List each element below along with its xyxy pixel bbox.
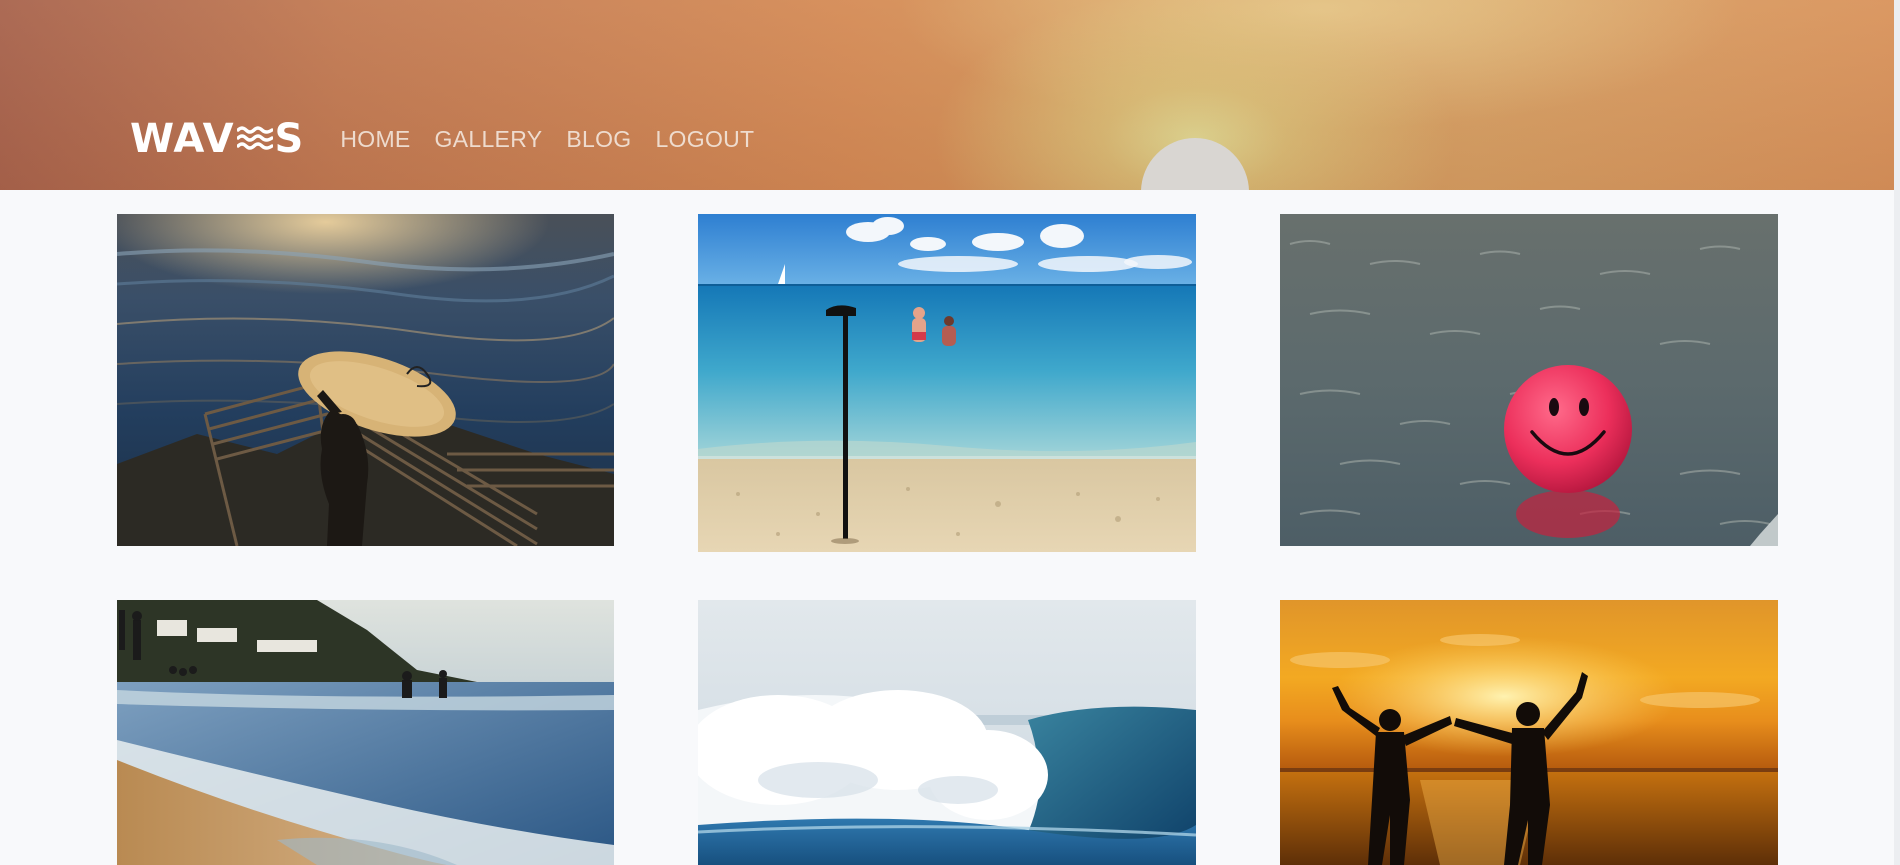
gallery-image-sunset-silhouettes[interactable] — [1280, 600, 1778, 865]
smiley-ball-photo — [1280, 214, 1778, 546]
nav-home[interactable]: HOME — [340, 126, 410, 153]
gallery-image-wave[interactable] — [698, 600, 1196, 865]
scrollbar[interactable] — [1894, 0, 1900, 865]
gallery-image-smiley-ball[interactable] — [1280, 214, 1778, 546]
surfer-photo — [117, 214, 614, 546]
sunset-silhouettes-photo — [1280, 600, 1778, 865]
main-navigation: WAV S HOME GALLERY BLOG LOGOUT — [130, 116, 754, 162]
logo-text-left: WAV — [130, 116, 235, 162]
gallery-image-shoreline[interactable] — [117, 600, 614, 865]
sun-decoration — [1141, 138, 1249, 190]
gallery-image-surfer[interactable] — [117, 214, 614, 546]
nav-blog[interactable]: BLOG — [566, 126, 631, 153]
logo-text-right: S — [274, 116, 305, 162]
site-logo[interactable]: WAV S — [130, 116, 304, 162]
site-header: WAV S HOME GALLERY BLOG LOGOUT — [0, 0, 1894, 190]
gallery-image-beach-cane[interactable] — [698, 214, 1196, 552]
nav-gallery[interactable]: GALLERY — [435, 126, 543, 153]
breaking-wave-photo — [698, 600, 1196, 865]
nav-logout[interactable]: LOGOUT — [655, 126, 754, 153]
nav-links: HOME GALLERY BLOG LOGOUT — [340, 126, 754, 153]
waves-icon — [236, 126, 273, 150]
shoreline-photo — [117, 600, 614, 865]
beach-cane-photo — [698, 214, 1196, 552]
